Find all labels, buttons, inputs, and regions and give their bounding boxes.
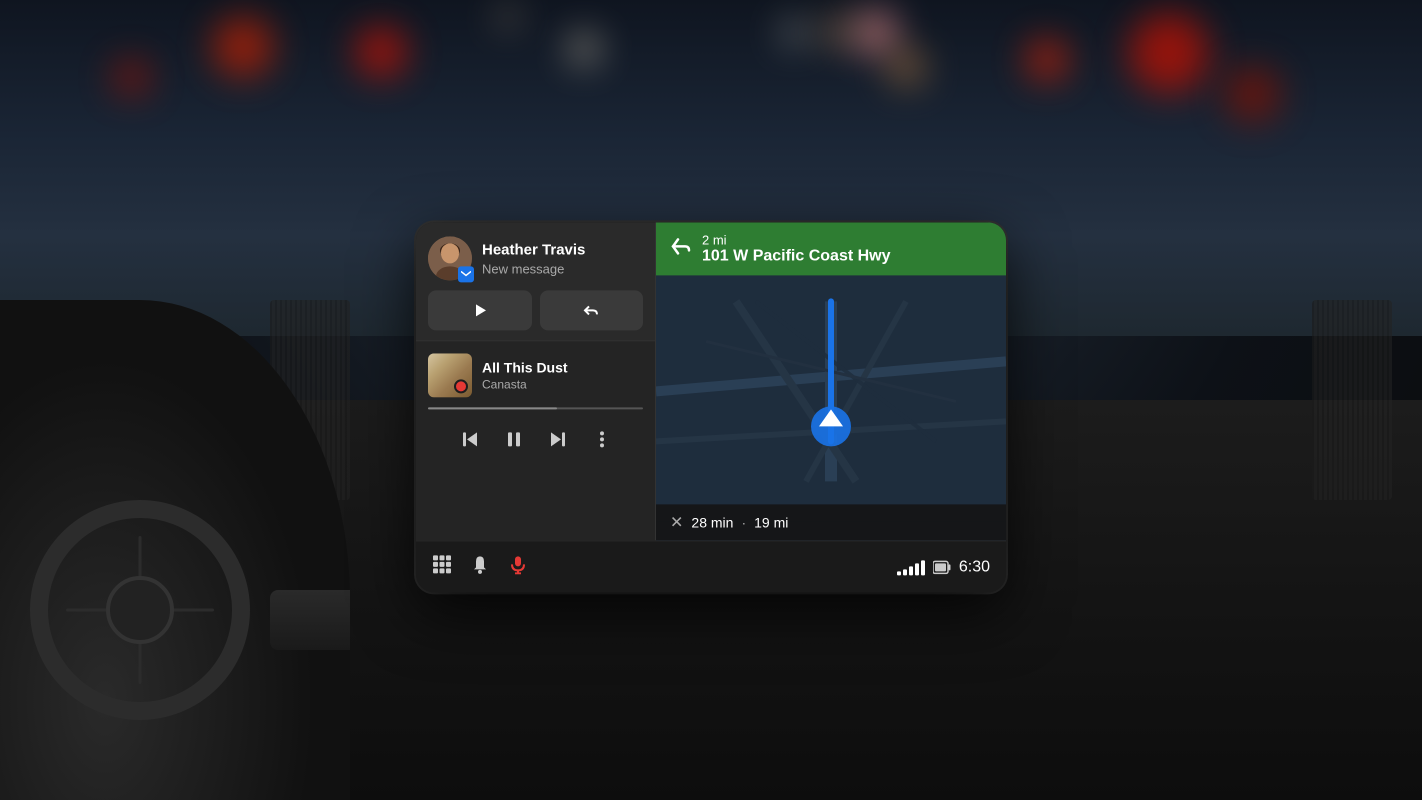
eta-distance: 19 mi [754, 514, 788, 530]
next-track-button[interactable] [540, 421, 576, 457]
bokeh-light [1129, 13, 1209, 93]
signal-bar-3 [909, 566, 913, 575]
music-controls [428, 421, 643, 457]
microphone-icon[interactable] [508, 554, 528, 580]
track-title: All This Dust [482, 359, 643, 376]
main-content: Heather Travis New message [416, 222, 1006, 540]
record-indicator [454, 379, 468, 393]
contact-name: Heather Travis [482, 241, 643, 259]
android-auto-screen-wrapper: Heather Travis New message [416, 222, 1006, 592]
bokeh-light [1225, 67, 1280, 122]
reply-message-button[interactable] [540, 290, 644, 330]
apps-icon[interactable] [432, 554, 452, 580]
signal-bar-2 [903, 569, 907, 575]
prev-track-button[interactable] [452, 421, 488, 457]
notification-bell-icon[interactable] [470, 554, 490, 580]
track-artist: Canasta [482, 378, 643, 392]
bokeh-light [1027, 40, 1067, 80]
signal-strength-indicator [897, 559, 925, 575]
bokeh-light [114, 60, 149, 95]
notification-subtitle: New message [482, 261, 643, 276]
turn-icon [670, 235, 692, 262]
notification-actions [428, 290, 643, 330]
progress-fill [428, 407, 557, 409]
bokeh-light [213, 17, 273, 77]
nav-distance: 2 mi [702, 232, 891, 247]
notification-header: Heather Travis New message [428, 236, 643, 280]
music-info: All This Dust Canasta [482, 359, 643, 392]
close-navigation-button[interactable]: ✕ [670, 512, 683, 532]
eta-bar: ✕ 28 min · 19 mi [656, 504, 1006, 540]
clock-display: 6:30 [959, 558, 990, 576]
signal-bar-4 [915, 563, 919, 575]
left-panel: Heather Travis New message [416, 222, 656, 540]
steering-wheel [30, 500, 250, 720]
avatar-wrap [428, 236, 472, 280]
signal-bar-5 [921, 560, 925, 575]
pause-button[interactable] [496, 421, 532, 457]
eta-time: 28 min [691, 514, 733, 530]
status-bar-right: 6:30 [897, 558, 990, 576]
music-card[interactable]: All This Dust Canasta [416, 341, 655, 540]
notification-card[interactable]: Heather Travis New message [416, 222, 655, 341]
speaker-right [1312, 300, 1392, 500]
status-bar: 6:30 [416, 540, 1006, 592]
progress-bar[interactable] [428, 407, 643, 409]
battery-icon [933, 560, 951, 574]
status-bar-left [432, 554, 897, 580]
bokeh-light [823, 17, 853, 47]
signal-bar-1 [897, 571, 901, 575]
play-message-button[interactable] [428, 290, 532, 330]
bokeh-light [498, 7, 518, 27]
more-options-button[interactable] [584, 421, 620, 457]
bokeh-light [356, 27, 406, 77]
map-panel[interactable]: 2 mi 101 W Pacific Coast Hwy ✕ 28 min · … [656, 222, 1006, 540]
music-header: All This Dust Canasta [428, 353, 643, 397]
bokeh-light [853, 10, 898, 55]
nav-street: 101 W Pacific Coast Hwy [702, 247, 891, 265]
album-art [428, 353, 472, 397]
eta-separator: · [741, 514, 746, 530]
message-badge-icon [458, 266, 474, 282]
navigation-banner: 2 mi 101 W Pacific Coast Hwy [656, 222, 1006, 275]
android-auto-screen: Heather Travis New message [416, 222, 1006, 592]
notification-text: Heather Travis New message [482, 241, 643, 276]
bokeh-light [569, 34, 599, 64]
nav-text: 2 mi 101 W Pacific Coast Hwy [702, 232, 891, 265]
